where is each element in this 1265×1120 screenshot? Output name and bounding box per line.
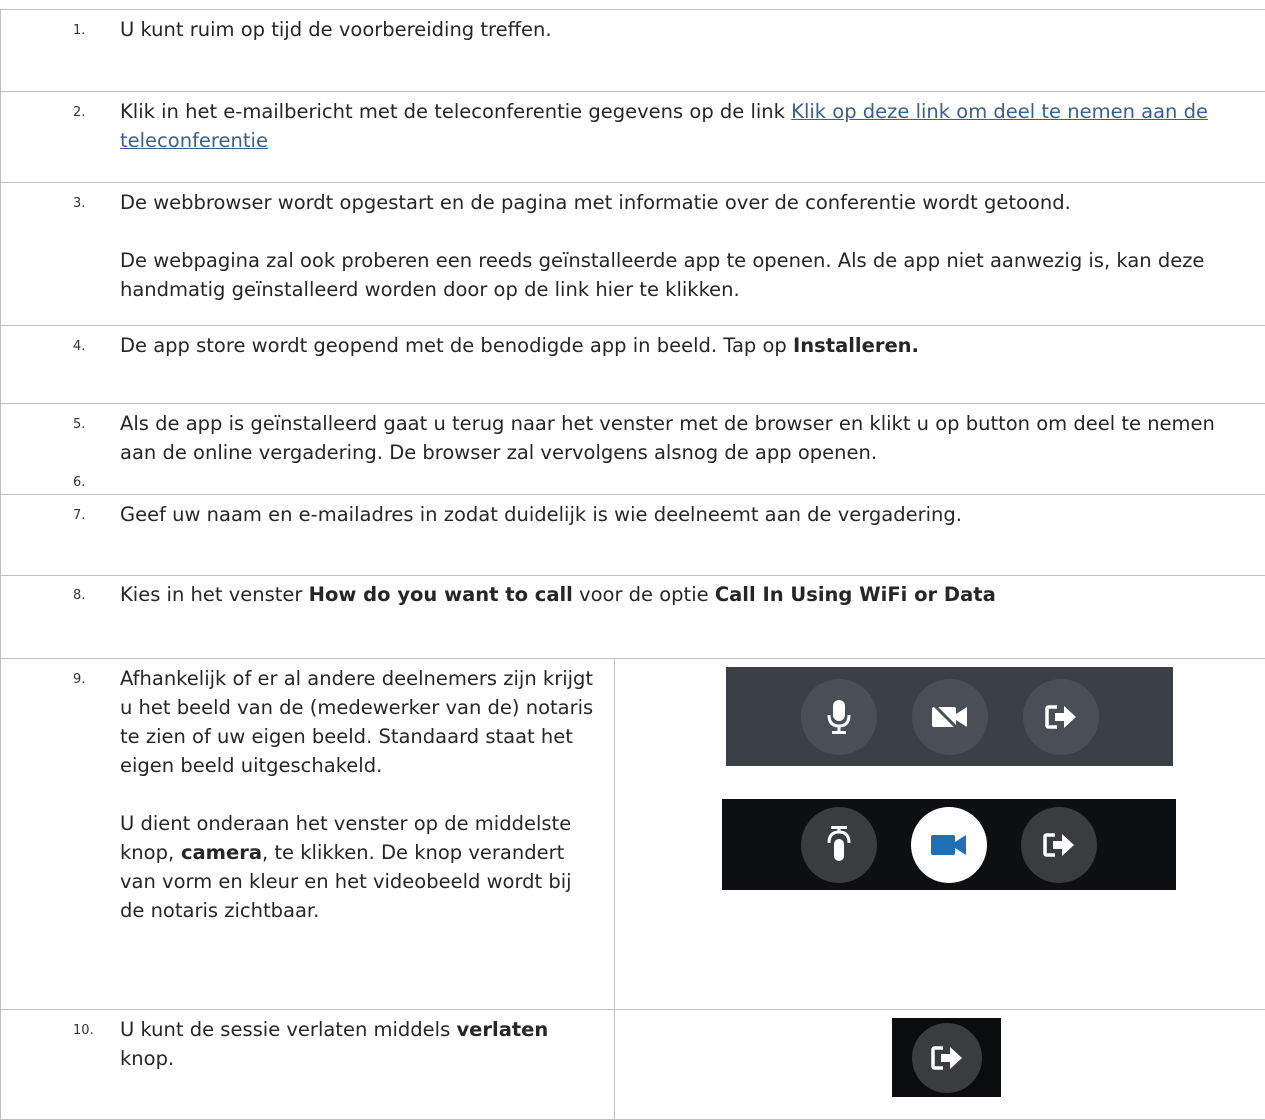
mic-button[interactable] xyxy=(801,679,877,755)
step-number: 1. xyxy=(73,15,85,46)
step-4-cell: 4. De app store wordt geopend met de ben… xyxy=(1,326,1265,404)
table-row: 5. Als de app is geïnstalleerd gaat u te… xyxy=(1,404,1265,495)
step-text-secondary: De webpagina zal ook proberen een reeds … xyxy=(120,246,1246,304)
camera-button[interactable] xyxy=(912,679,988,755)
camera-label: camera xyxy=(174,841,262,864)
step-5-cell: 5. Als de app is geïnstalleerd gaat u te… xyxy=(1,404,1265,495)
step-number: 10. xyxy=(73,1015,94,1046)
call-window-label: How do you want to call xyxy=(309,583,573,606)
mic-muted-icon xyxy=(826,826,852,864)
leave-button[interactable] xyxy=(912,1023,982,1093)
step-text: De webbrowser wordt opgestart en de pagi… xyxy=(120,188,1246,217)
step-text: Kies in het venster How do you want to c… xyxy=(120,580,1246,609)
step-9-cell: 9. Afhankelijk of er al andere deelnemer… xyxy=(1,659,615,1010)
step-7-cell: 7. Geef uw naam en e-mailadres in zodat … xyxy=(1,495,1265,576)
step-text-part: U kunt de sessie verlaten middels xyxy=(120,1018,456,1041)
step-text: Afhankelijk of er al andere deelnemers z… xyxy=(120,664,594,780)
step-number: 6. xyxy=(73,467,85,498)
step-9-images xyxy=(615,659,1265,1010)
table-row: 10. U kunt de sessie verlaten middels ve… xyxy=(1,1010,1265,1120)
leave-button[interactable] xyxy=(1021,807,1097,883)
step-3-cell: 3. De webbrowser wordt opgestart en de p… xyxy=(1,183,1265,326)
microphone-icon xyxy=(827,700,851,734)
wifi-option-label: Call In Using WiFi or Data xyxy=(715,583,996,606)
step-text: Als de app is geïnstalleerd gaat u terug… xyxy=(120,409,1246,467)
call-toolbar-before xyxy=(726,667,1173,766)
leave-icon xyxy=(1044,703,1078,731)
camera-on-icon xyxy=(929,832,969,858)
step-text: U kunt ruim op tijd de voorbereiding tre… xyxy=(120,15,1246,44)
leave-button[interactable] xyxy=(1023,679,1099,755)
step-number: 3. xyxy=(73,188,85,219)
step-text-part: knop. xyxy=(120,1047,174,1070)
camera-off-icon xyxy=(930,703,970,731)
leave-toolbar xyxy=(892,1018,1001,1097)
step-text-part: Klik in het e-mailbericht met de telecon… xyxy=(120,100,791,123)
leave-icon xyxy=(1042,831,1076,859)
step-text: Geef uw naam en e-mailadres in zodat dui… xyxy=(120,500,1246,529)
step-number: 9. xyxy=(73,664,85,695)
leave-label: verlaten xyxy=(456,1018,548,1041)
step-text-part: Kies in het venster xyxy=(120,583,309,606)
step-number: 8. xyxy=(73,580,85,611)
step-number: 5. xyxy=(73,409,85,440)
table-row: 8. Kies in het venster How do you want t… xyxy=(1,576,1265,659)
step-text: U kunt de sessie verlaten middels verlat… xyxy=(120,1015,594,1073)
step-2-cell: 2. Klik in het e-mailbericht met de tele… xyxy=(1,92,1265,183)
steps-table: 1. U kunt ruim op tijd de voorbereiding … xyxy=(0,9,1265,1120)
table-row: 9. Afhankelijk of er al andere deelnemer… xyxy=(1,659,1265,1010)
step-number: 4. xyxy=(73,331,85,362)
step-8-cell: 8. Kies in het venster How do you want t… xyxy=(1,576,1265,659)
step-1-cell: 1. U kunt ruim op tijd de voorbereiding … xyxy=(1,10,1265,92)
install-label: Installeren. xyxy=(793,334,919,357)
step-text: De app store wordt geopend met de benodi… xyxy=(120,331,1246,360)
leave-icon xyxy=(930,1044,964,1072)
step-number: 7. xyxy=(73,500,85,531)
mic-muted-button[interactable] xyxy=(801,807,877,883)
table-row: 7. Geef uw naam en e-mailadres in zodat … xyxy=(1,495,1265,576)
step-10-cell: 10. U kunt de sessie verlaten middels ve… xyxy=(1,1010,615,1120)
step-text-part: De app store wordt geopend met de benodi… xyxy=(120,334,793,357)
step-number: 2. xyxy=(73,97,85,128)
step-10-images xyxy=(615,1010,1265,1120)
table-row: 2. Klik in het e-mailbericht met de tele… xyxy=(1,92,1265,183)
table-row: 3. De webbrowser wordt opgestart en de p… xyxy=(1,183,1265,326)
table-row: 4. De app store wordt geopend met de ben… xyxy=(1,326,1265,404)
table-row: 1. U kunt ruim op tijd de voorbereiding … xyxy=(1,10,1265,92)
step-text-secondary: U dient onderaan het venster op de midde… xyxy=(120,809,594,925)
camera-active-button[interactable] xyxy=(911,807,987,883)
step-text: Klik in het e-mailbericht met de telecon… xyxy=(120,97,1246,155)
step-text-part: voor de optie xyxy=(573,583,715,606)
call-toolbar-after xyxy=(722,799,1176,890)
